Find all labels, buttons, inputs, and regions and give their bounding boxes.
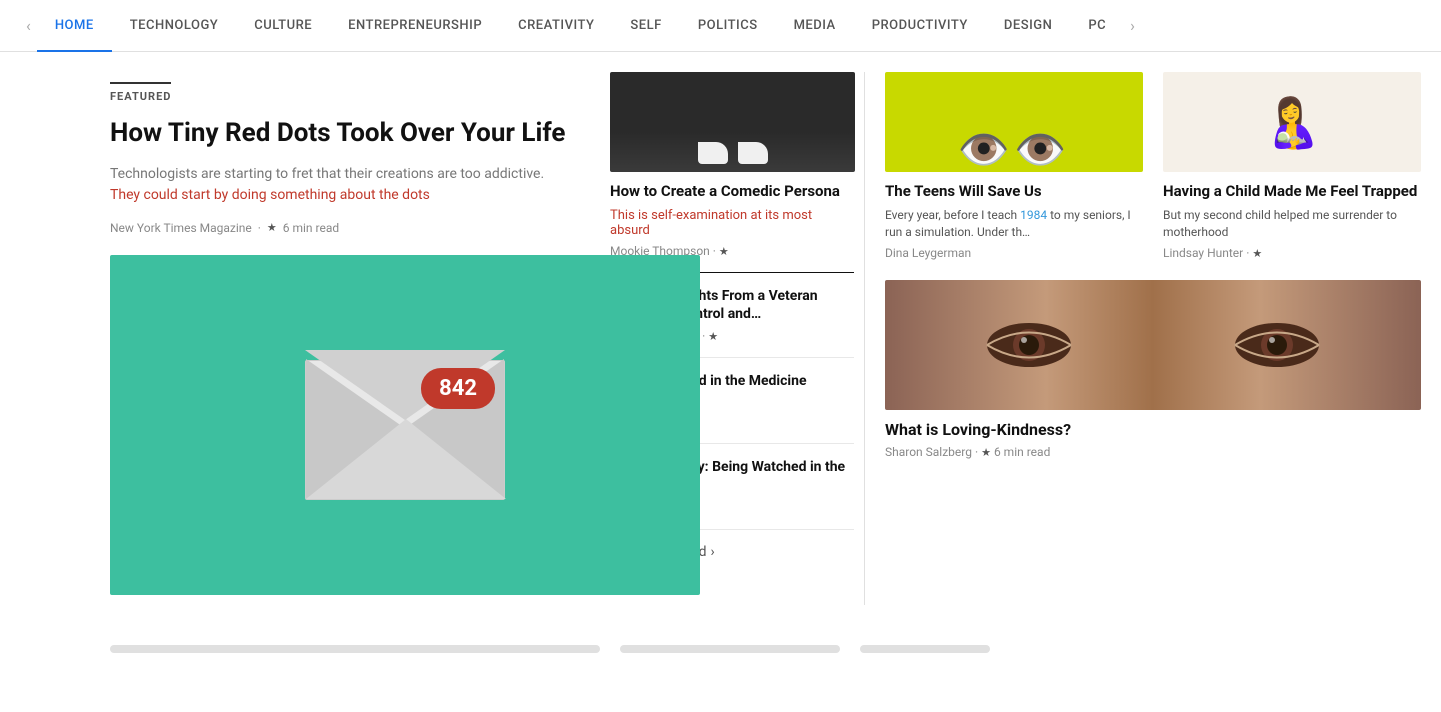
skeleton-1	[110, 645, 600, 653]
teens-meta: Dina Leygerman	[885, 246, 1143, 260]
nav-item-pc[interactable]: PC	[1070, 0, 1124, 52]
article-teens[interactable]: 👁️👁️ The Teens Will Save Us Every year, …	[885, 72, 1143, 260]
article-comedic-persona[interactable]: How to Create a Comedic Persona This is …	[610, 72, 854, 258]
shoe-left	[698, 142, 728, 164]
eye-left-svg	[984, 315, 1074, 375]
main-container: FEATURED How Tiny Red Dots Took Over You…	[0, 52, 1441, 625]
child-author: Lindsay Hunter	[1163, 246, 1243, 260]
see-featured-arrow: ›	[711, 544, 715, 560]
nav-item-politics[interactable]: POLITICS	[680, 0, 776, 52]
child-illustration: 🤱	[1262, 94, 1322, 151]
nav-item-media[interactable]: MEDIA	[776, 0, 854, 52]
eye-right-svg	[1232, 315, 1322, 375]
loving-kindness-title: What is Loving-Kindness?	[885, 420, 1421, 439]
nav-item-creativity[interactable]: CREATIVITY	[500, 0, 612, 52]
nav-item-technology[interactable]: TECHNOLOGY	[112, 0, 237, 52]
top-articles-row: 👁️👁️ The Teens Will Save Us Every year, …	[885, 72, 1421, 260]
featured-desc-highlight: They could start by doing something abou…	[110, 187, 430, 203]
star-icon: ★	[981, 446, 991, 459]
featured-meta: New York Times Magazine · ★ 6 min read	[110, 221, 570, 235]
comedic-persona-title: How to Create a Comedic Persona	[610, 182, 854, 202]
loving-kindness-read-time: 6 min read	[994, 445, 1050, 459]
featured-desc-part1: Technologists are starting to fret that …	[110, 166, 544, 182]
right-bottom-row: What is Loving-Kindness? Sharon Salzberg…	[885, 280, 1421, 459]
nav-item-design[interactable]: DESIGN	[986, 0, 1070, 52]
article-child-trapped[interactable]: 🤱 Having a Child Made Me Feel Trapped Bu…	[1163, 72, 1421, 260]
meta-dot: ·	[258, 221, 261, 235]
nav-item-productivity[interactable]: PRODUCTIVITY	[854, 0, 986, 52]
article-loving-kindness[interactable]: What is Loving-Kindness? Sharon Salzberg…	[885, 280, 1421, 459]
nav-item-entrepreneurship[interactable]: ENTREPRENEURSHIP	[330, 0, 500, 52]
teens-author: Dina Leygerman	[885, 246, 971, 260]
star-icon: ★	[267, 221, 277, 234]
loving-kindness-author: Sharon Salzberg	[885, 445, 972, 459]
teens-link[interactable]: 1984	[1020, 208, 1047, 222]
shoe-right	[738, 142, 768, 164]
teens-desc: Every year, before I teach 1984 to my se…	[885, 207, 1143, 242]
main-nav: ‹ HOME TECHNOLOGY CULTURE ENTREPRENEURSH…	[0, 0, 1441, 52]
child-meta: Lindsay Hunter · ★	[1163, 246, 1421, 260]
star-icon: ★	[708, 330, 718, 343]
star-icon: ★	[719, 245, 729, 258]
comedic-persona-desc: This is self-examination at its most abs…	[610, 208, 854, 238]
loving-kindness-photo	[885, 280, 1421, 410]
eyes-illustration: 👁️👁️	[958, 130, 1071, 172]
child-desc: But my second child helped me surrender …	[1163, 207, 1421, 242]
featured-source: New York Times Magazine	[110, 221, 252, 235]
child-title: Having a Child Made Me Feel Trapped	[1163, 182, 1421, 202]
notification-badge: 842	[421, 368, 495, 409]
envelope-illustration: 842	[305, 350, 505, 500]
featured-title: How Tiny Red Dots Took Over Your Life	[110, 117, 570, 150]
star-icon: ★	[1252, 247, 1262, 260]
bottom-skeletons	[0, 625, 1441, 673]
featured-image[interactable]: 842	[110, 255, 700, 595]
featured-description: Technologists are starting to fret that …	[110, 164, 570, 207]
left-panel: FEATURED How Tiny Red Dots Took Over You…	[0, 72, 600, 605]
right-panel: 👁️👁️ The Teens Will Save Us Every year, …	[865, 72, 1441, 605]
nav-next-arrow[interactable]: ›	[1124, 16, 1141, 35]
loving-kindness-meta: Sharon Salzberg · ★ 6 min read	[885, 445, 1421, 459]
nav-item-home[interactable]: HOME	[37, 0, 112, 52]
teens-title: The Teens Will Save Us	[885, 182, 1143, 202]
featured-read-time: 6 min read	[283, 221, 339, 235]
child-thumbnail: 🤱	[1163, 72, 1421, 172]
nav-item-self[interactable]: SELF	[612, 0, 679, 52]
nav-prev-arrow[interactable]: ‹	[20, 16, 37, 35]
nav-item-culture[interactable]: CULTURE	[236, 0, 330, 52]
nav-items: HOME TECHNOLOGY CULTURE ENTREPRENEURSHIP…	[37, 0, 1124, 52]
teens-thumbnail: 👁️👁️	[885, 72, 1143, 172]
comedic-persona-thumbnail	[610, 72, 855, 172]
featured-label: FEATURED	[110, 82, 171, 103]
skeleton-2	[620, 645, 840, 653]
shoes-illustration	[698, 142, 768, 164]
envelope-fold-bottom	[306, 419, 506, 499]
skeleton-3	[860, 645, 990, 653]
